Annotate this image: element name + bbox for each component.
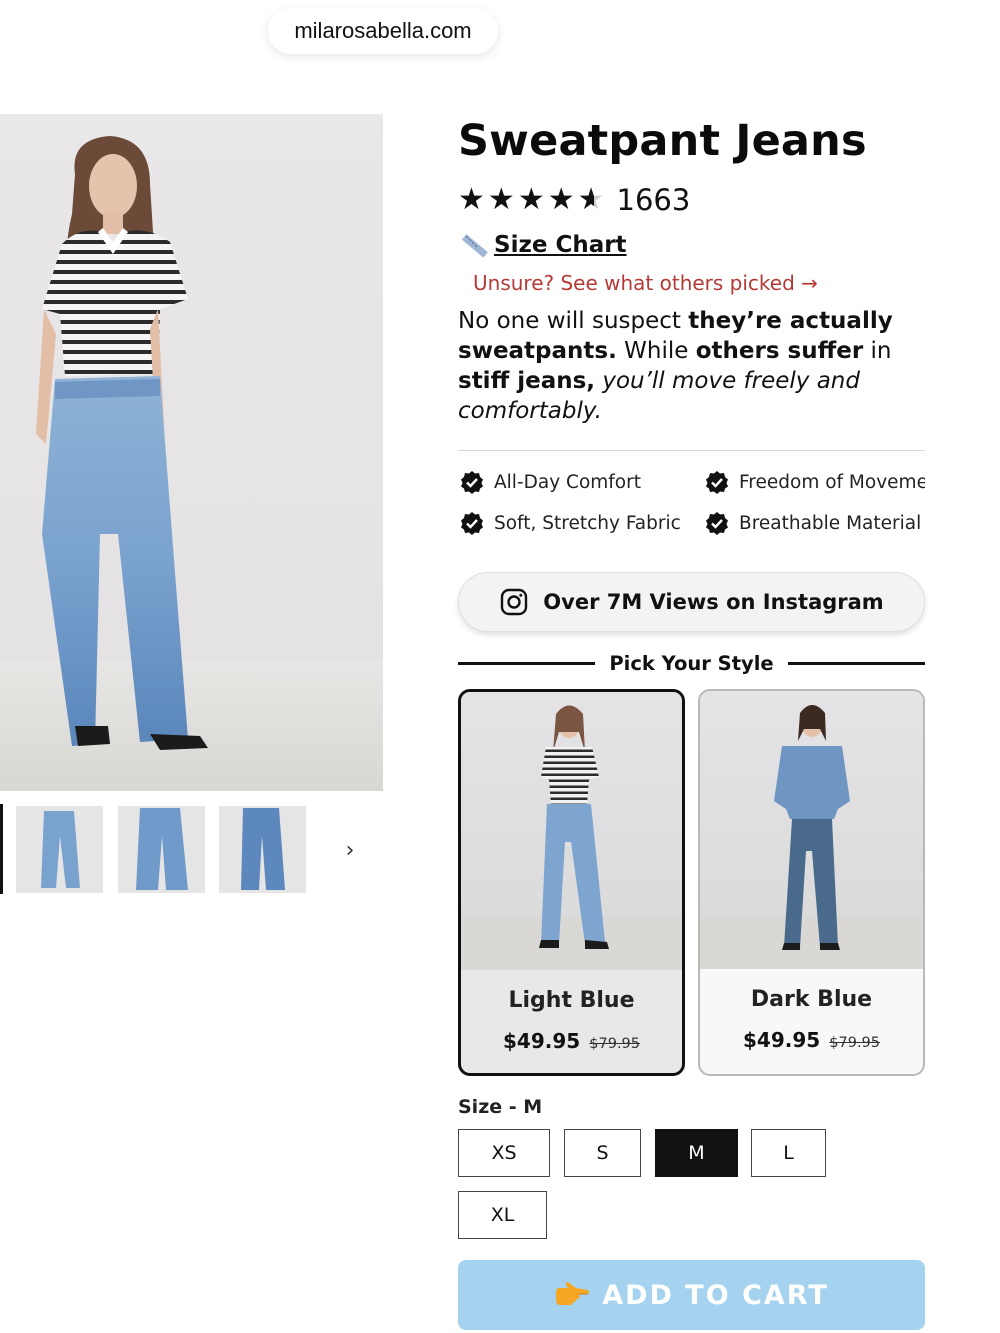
feature-item: Breathable Material [705,511,921,535]
url-bar[interactable]: milarosabella.com [268,8,498,54]
divider [458,450,925,451]
style-option-compare-price: $79.95 [589,1036,641,1052]
star-icon: ★ [547,182,575,217]
style-option-price-row: $49.95 $79.95 [461,1029,682,1053]
url-text: milarosabella.com [294,18,472,43]
feature-label: Freedom of Movement [739,471,925,493]
thumbnail[interactable] [16,806,103,893]
size-option-s[interactable]: S [564,1129,641,1177]
instagram-views-button[interactable]: Over 7M Views on Instagram [458,572,925,632]
check-badge-icon [461,512,483,535]
star-icon: ★ [458,182,485,217]
thumbnail-strip: › [0,804,383,894]
instagram-views-label: Over 7M Views on Instagram [543,590,884,614]
feature-item: Freedom of Movement [705,470,925,494]
active-thumbnail-indicator [0,804,3,894]
star-half-icon: ★ [577,182,605,217]
feature-label: Breathable Material [739,512,922,534]
style-picker-title: Pick Your Style [609,651,774,675]
style-option-compare-price: $79.95 [829,1035,881,1051]
review-count: 1663 [616,183,691,217]
size-label: Size - M [458,1096,543,1118]
style-option-image [461,692,682,970]
unsure-link[interactable]: Unsure? See what others picked → [473,271,818,295]
instagram-icon [501,588,528,616]
feature-item: Soft, Stretchy Fabric [460,511,681,535]
check-badge-icon [461,471,483,494]
add-to-cart-button[interactable]: ADD TO CART [458,1260,925,1330]
star-icon: ★ [487,182,515,217]
pointing-hand-icon [556,1282,590,1306]
feature-label: All-Day Comfort [494,471,641,493]
star-icon: ★ [517,182,545,217]
ruler-icon [461,234,488,258]
size-chart-label: Size Chart [494,232,627,258]
style-picker-heading: Pick Your Style [458,648,926,678]
style-option-price-row: $49.95 $79.95 [700,1028,923,1052]
thumbnail-next-button[interactable]: › [336,836,364,864]
style-option-dark-blue[interactable]: Dark Blue $49.95 $79.95 [698,689,925,1076]
check-badge-icon [706,471,728,494]
rating[interactable]: ★ ★ ★ ★ ★ 1663 [458,182,690,218]
product-title: Sweatpant Jeans [458,116,867,166]
product-description: No one will suspect they’re actually swe… [458,308,893,424]
style-option-name: Light Blue [508,988,635,1013]
style-option-price: $49.95 [742,1028,821,1052]
add-to-cart-label: ADD TO CART [602,1279,829,1311]
feature-list: All-Day Comfort Freedom of Movement Soft… [458,468,925,548]
feature-label: Soft, Stretchy Fabric [494,512,681,534]
style-option-image [700,691,923,969]
main-product-image[interactable] [0,114,383,791]
size-option-xl[interactable]: XL [458,1191,547,1239]
check-badge-icon [706,512,728,535]
star-rating: ★ ★ ★ ★ ★ [458,185,605,215]
size-option-xs[interactable]: XS [458,1129,550,1177]
style-option-light-blue[interactable]: Light Blue $49.95 $79.95 [458,689,685,1076]
style-option-price: $49.95 [502,1029,581,1053]
size-option-m[interactable]: M [655,1129,738,1177]
size-chart-link[interactable]: Size Chart [458,230,627,260]
chevron-right-icon: › [345,837,355,863]
size-option-l[interactable]: L [751,1129,826,1177]
thumbnail[interactable] [118,806,205,893]
style-option-name: Dark Blue [750,987,873,1012]
thumbnail[interactable] [219,806,306,893]
feature-item: All-Day Comfort [460,470,641,494]
